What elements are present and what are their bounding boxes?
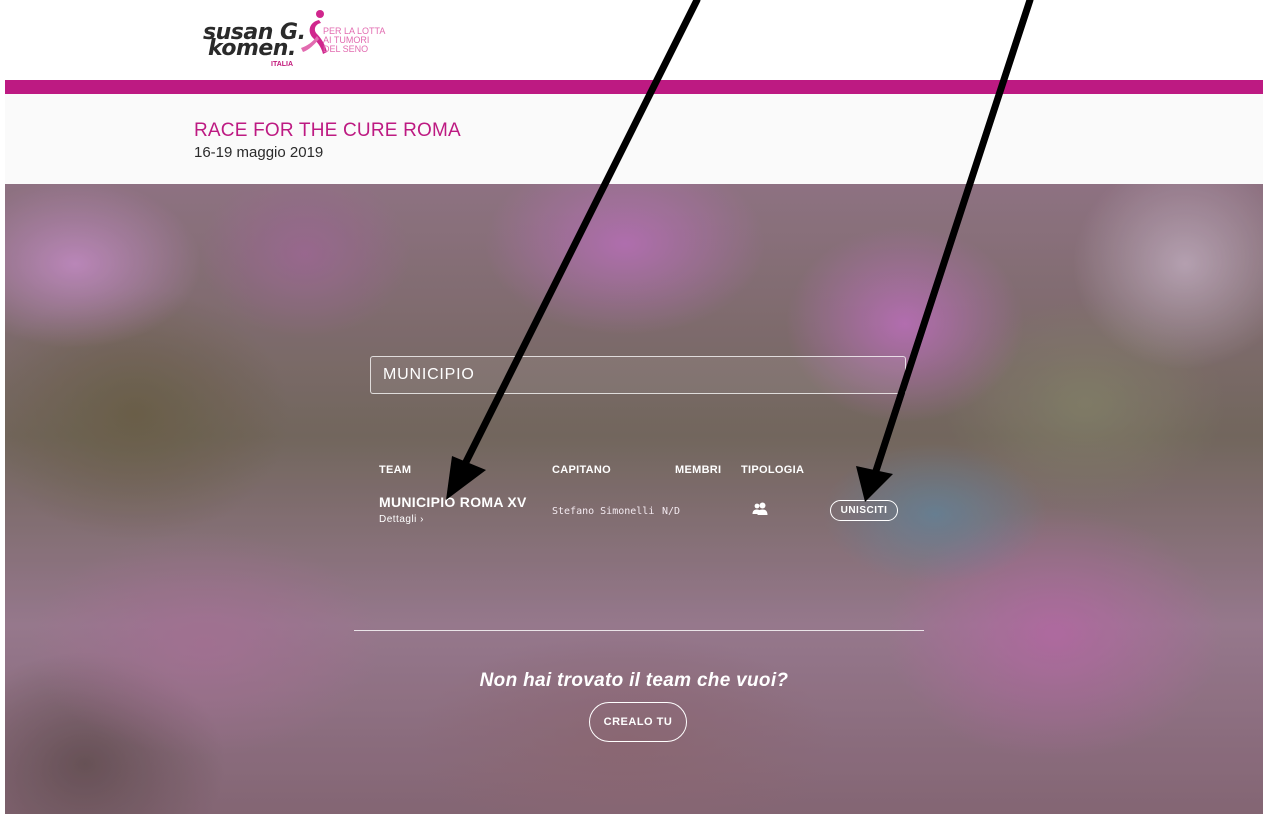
brand-bar xyxy=(5,80,1263,94)
create-team-button[interactable]: CREALO TU xyxy=(589,702,687,742)
event-header: RACE FOR THE CURE ROMA 16-19 maggio 2019 xyxy=(5,94,1263,184)
section-divider xyxy=(354,630,924,631)
team-details-link[interactable]: Dettagli › xyxy=(379,514,424,525)
column-header-captain: CAPITANO xyxy=(552,464,612,476)
column-header-members: MEMBRI xyxy=(675,464,722,476)
logo-wordmark-line2: komen. xyxy=(208,36,296,61)
komen-logo[interactable]: susan G. komen. ITALIA PER LA LOTTA AI T… xyxy=(203,8,413,68)
logo-tagline-line: DEL SENO xyxy=(323,44,369,54)
not-found-prompt: Non hai trovato il team che vuoi? xyxy=(479,670,789,691)
team-search-input[interactable] xyxy=(370,356,906,394)
group-icon xyxy=(752,502,768,515)
team-members: N/D xyxy=(662,506,681,517)
column-header-type: TIPOLOGIA xyxy=(741,464,805,476)
page: susan G. komen. ITALIA PER LA LOTTA AI T… xyxy=(5,0,1263,814)
logo-tagline: PER LA LOTTA AI TUMORI DEL SENO xyxy=(323,27,413,54)
team-name: MUNICIPIO ROMA XV xyxy=(379,494,527,510)
site-header: susan G. komen. ITALIA PER LA LOTTA AI T… xyxy=(5,0,1263,80)
event-dates: 16-19 maggio 2019 xyxy=(194,144,324,161)
logo-country: ITALIA xyxy=(271,61,294,68)
team-search-section: TEAM CAPITANO MEMBRI TIPOLOGIA MUNICIPIO… xyxy=(5,184,1263,814)
column-header-team: TEAM xyxy=(379,464,412,476)
event-title: RACE FOR THE CURE ROMA xyxy=(194,120,461,141)
join-team-button[interactable]: UNISCITI xyxy=(830,500,898,521)
team-captain: Stefano Simonelli xyxy=(552,506,655,517)
